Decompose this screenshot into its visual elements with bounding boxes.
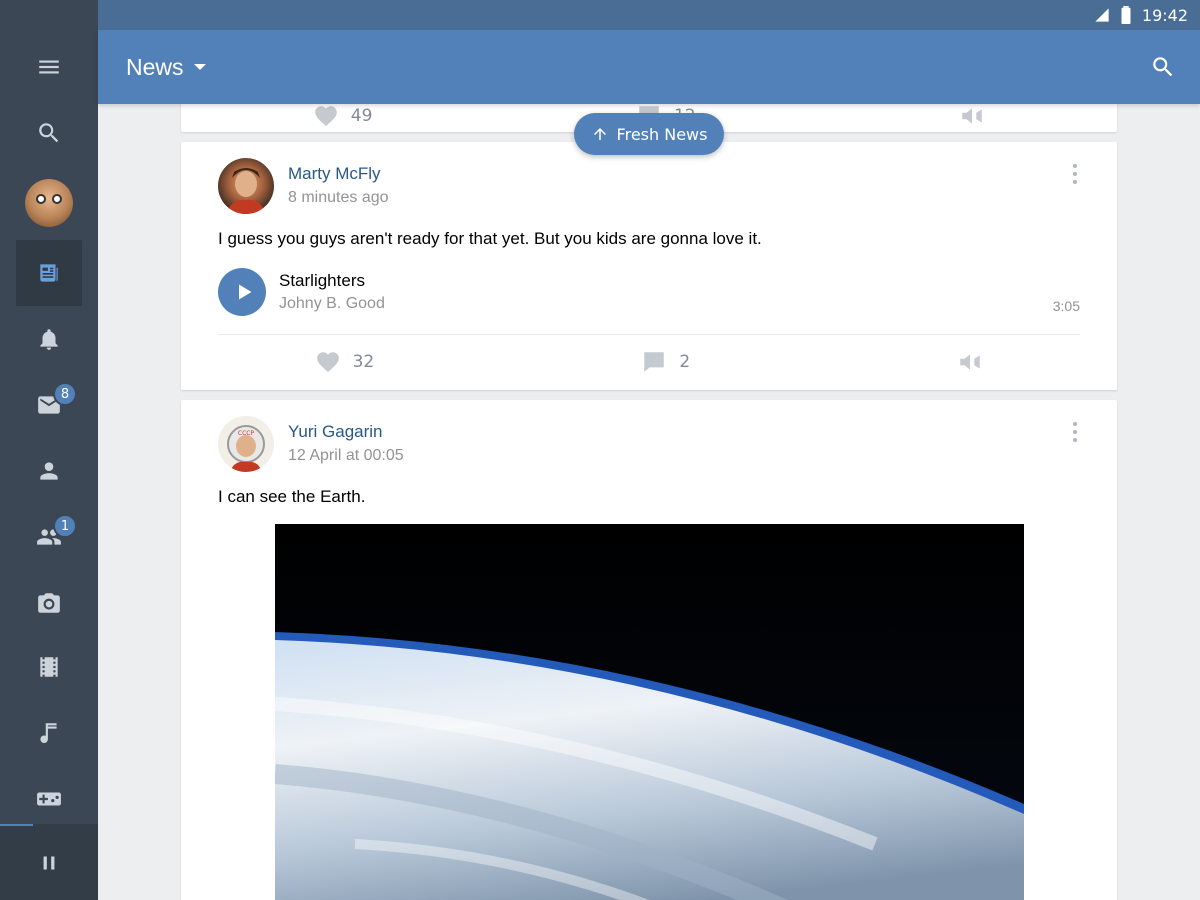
music-note-icon bbox=[40, 723, 57, 744]
comment-count: 2 bbox=[679, 352, 691, 372]
status-bar: 19:42 bbox=[98, 0, 1200, 30]
search-icon bbox=[39, 123, 59, 143]
svg-text:CCCP: CCCP bbox=[238, 430, 255, 437]
heart-icon bbox=[314, 106, 337, 127]
megaphone-icon bbox=[960, 354, 981, 370]
share-button[interactable] bbox=[959, 104, 985, 129]
sidebar-item-notifications[interactable] bbox=[0, 306, 98, 372]
post-card: Marty McFly 8 minutes ago I guess you gu… bbox=[181, 142, 1117, 390]
person-icon bbox=[40, 462, 58, 480]
clock: 19:42 bbox=[1141, 5, 1188, 25]
like-count: 32 bbox=[352, 352, 375, 372]
sidebar-item-search[interactable] bbox=[0, 100, 98, 166]
post-text: I can see the Earth. bbox=[218, 487, 366, 506]
sidebar-item-groups[interactable]: 1 bbox=[0, 504, 98, 570]
page-title[interactable]: News bbox=[126, 54, 184, 81]
post-card: CCCP Yuri Gagarin 12 April at 00:05 I ca… bbox=[181, 400, 1117, 900]
newspaper-icon bbox=[40, 264, 58, 282]
comment-icon bbox=[644, 352, 665, 372]
signal-icon bbox=[1095, 8, 1109, 22]
more-options-icon[interactable] bbox=[1071, 164, 1079, 184]
audio-attachment[interactable]: Starlighters Johny B. Good 3:05 bbox=[218, 268, 1080, 316]
camera-icon bbox=[38, 593, 60, 613]
app-header: News bbox=[98, 30, 1200, 104]
author-name[interactable]: Yuri Gagarin bbox=[288, 422, 383, 442]
person-photo-icon bbox=[226, 168, 266, 214]
news-feed[interactable]: 49 12 Fresh News Marty McFly 8 minutes a… bbox=[98, 104, 1200, 900]
battery-icon bbox=[1121, 6, 1131, 24]
track-artist: Johny B. Good bbox=[279, 295, 385, 312]
search-icon bbox=[1153, 57, 1173, 77]
author-name[interactable]: Marty McFly bbox=[288, 164, 381, 184]
post-photo[interactable] bbox=[275, 524, 1024, 900]
heart-icon bbox=[316, 352, 339, 373]
comment-button[interactable]: 2 bbox=[641, 349, 690, 375]
sidebar-item-music[interactable] bbox=[0, 700, 98, 766]
person-photo-icon: CCCP bbox=[227, 425, 265, 472]
sidebar: 8 1 bbox=[0, 0, 98, 900]
track-duration: 3:05 bbox=[1052, 298, 1080, 314]
play-button[interactable] bbox=[218, 268, 266, 316]
messages-badge: 8 bbox=[53, 382, 77, 406]
chevron-down-icon[interactable] bbox=[193, 64, 206, 70]
post-text: I guess you guys aren't ready for that y… bbox=[218, 229, 762, 248]
author-avatar[interactable] bbox=[218, 158, 274, 214]
fresh-news-button[interactable]: Fresh News bbox=[574, 113, 724, 155]
like-count: 49 bbox=[350, 106, 373, 126]
megaphone-icon bbox=[962, 108, 982, 124]
like-button[interactable]: 49 bbox=[313, 104, 373, 129]
share-button[interactable] bbox=[957, 349, 983, 375]
sidebar-item-friends[interactable] bbox=[0, 438, 98, 504]
post-time[interactable]: 12 April at 00:05 bbox=[288, 447, 404, 465]
sidebar-item-profile[interactable] bbox=[0, 170, 98, 236]
header-search-button[interactable] bbox=[1150, 54, 1176, 84]
sidebar-item-games[interactable] bbox=[0, 766, 98, 832]
more-options-icon[interactable] bbox=[1071, 422, 1079, 442]
post-time[interactable]: 8 minutes ago bbox=[288, 189, 389, 207]
pause-icon bbox=[43, 856, 55, 870]
gamepad-icon bbox=[37, 792, 61, 806]
earth-photo-image bbox=[275, 524, 1024, 900]
avatar bbox=[25, 179, 73, 227]
track-title: Starlighters bbox=[279, 271, 365, 290]
hamburger-icon bbox=[39, 60, 59, 74]
groups-badge: 1 bbox=[53, 514, 77, 538]
film-icon bbox=[40, 657, 58, 677]
like-button[interactable]: 32 bbox=[315, 349, 375, 375]
arrow-up-icon bbox=[593, 128, 606, 140]
bell-icon bbox=[40, 329, 58, 350]
author-avatar[interactable]: CCCP bbox=[218, 416, 274, 472]
sidebar-item-photos[interactable] bbox=[0, 570, 98, 636]
sidebar-item-messages[interactable]: 8 bbox=[0, 372, 98, 438]
sidebar-item-videos[interactable] bbox=[0, 634, 98, 700]
sidebar-item-news[interactable] bbox=[0, 240, 98, 306]
fresh-news-label: Fresh News bbox=[616, 124, 708, 144]
menu-button[interactable] bbox=[0, 34, 98, 100]
pause-button[interactable] bbox=[0, 830, 98, 896]
player-bar bbox=[0, 824, 98, 900]
play-icon bbox=[238, 284, 251, 300]
